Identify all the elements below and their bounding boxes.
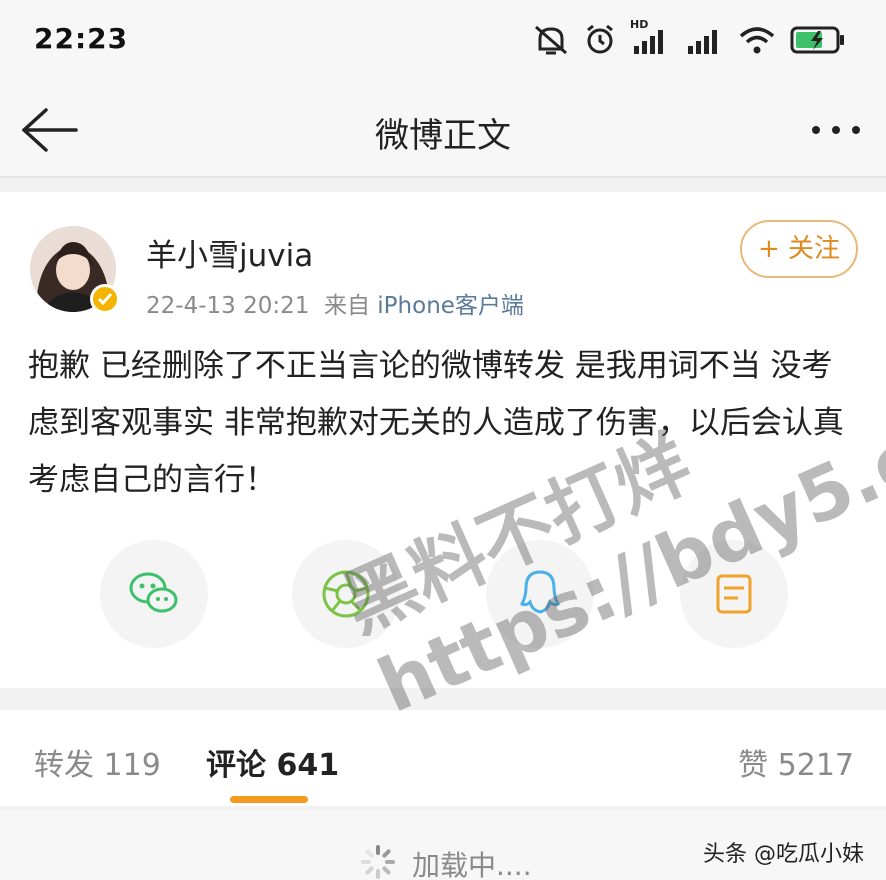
signal-hd-icon: HD xyxy=(630,18,670,56)
post-meta: 22-4-13 20:21 来自 iPhone客户端 xyxy=(146,286,524,320)
share-qq-button[interactable] xyxy=(486,540,594,648)
status-bar: 22:23 HD xyxy=(0,0,886,80)
tabs-bar: 转发 119 评论 641 赞 5217 xyxy=(0,710,886,806)
post-text: 抱歉 已经删除了不正当言论的微博转发 是我用词不当 没考虑到客观事实 非常抱歉对… xyxy=(28,348,844,498)
nav-bar: 微博正文 xyxy=(0,80,886,178)
tab-repost[interactable]: 转发 119 xyxy=(34,740,161,784)
alarm-icon xyxy=(584,24,616,56)
share-wechat-button[interactable] xyxy=(100,540,208,648)
loading-text: 加载中.... xyxy=(412,849,532,880)
share-weibo-button[interactable] xyxy=(680,540,788,648)
author-name[interactable]: 羊小雪juvia xyxy=(146,230,313,275)
source-prefix: 来自 xyxy=(323,293,370,319)
status-time: 22:23 xyxy=(34,22,129,55)
loading-spinner-icon xyxy=(360,844,396,880)
page-title: 微博正文 xyxy=(375,116,511,156)
battery-icon xyxy=(790,25,846,55)
verified-badge-icon xyxy=(90,284,120,314)
loading-area: 加载中.... 头条 @吃瓜小妹 xyxy=(0,810,886,880)
mute-icon xyxy=(532,23,570,57)
post-card: 羊小雪juvia 22-4-13 20:21 来自 iPhone客户端 + 关注… xyxy=(0,192,886,688)
share-moments-button[interactable] xyxy=(292,540,400,648)
signal-icon xyxy=(684,24,724,56)
credit-label: 头条 @吃瓜小妹 xyxy=(703,842,864,867)
hd-label: HD xyxy=(630,18,649,31)
post-source[interactable]: iPhone客户端 xyxy=(377,293,524,319)
wifi-icon xyxy=(738,24,776,56)
tab-comment[interactable]: 评论 641 xyxy=(206,740,339,784)
active-tab-indicator xyxy=(230,796,308,803)
tab-like[interactable]: 赞 5217 xyxy=(738,740,854,784)
status-icons: HD xyxy=(532,18,846,60)
follow-button[interactable]: + 关注 xyxy=(740,220,858,278)
more-options-icon[interactable] xyxy=(806,106,866,154)
weibo-post-screen: 22:23 HD 微博正文 羊小雪juvia 22-4-13 20:21 来自 … xyxy=(0,0,886,880)
post-date: 22-4-13 20:21 xyxy=(146,293,310,319)
